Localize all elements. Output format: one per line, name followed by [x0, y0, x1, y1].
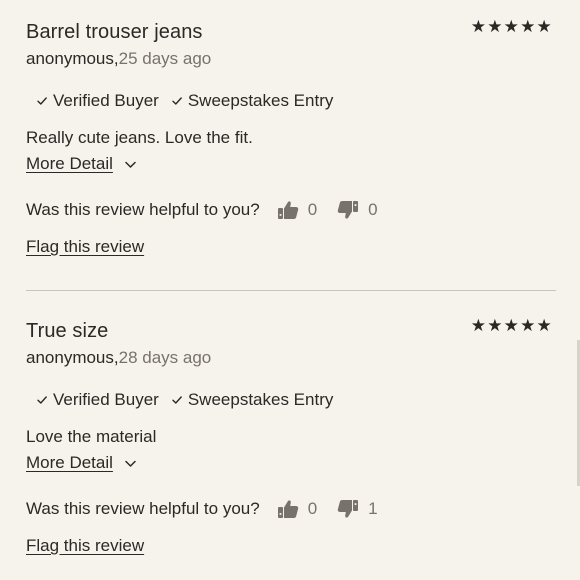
thumbs-up-icon[interactable] [277, 498, 299, 520]
helpful-yes-button[interactable]: 0 [277, 498, 317, 520]
sweepstakes-entry-badge: Sweepstakes Entry [171, 91, 334, 111]
review-date: 25 days ago [118, 49, 212, 68]
helpful-question: Was this review helpful to you? [26, 499, 260, 518]
helpful-yes-count: 0 [307, 200, 318, 219]
check-icon [172, 396, 182, 404]
review-date: 28 days ago [118, 348, 212, 367]
helpful-row: Was this review helpful to you? 0 1 [26, 498, 398, 520]
helpful-no-count: 1 [368, 499, 378, 518]
more-detail-label[interactable]: More Detail [26, 453, 113, 473]
helpful-yes-count: 0 [307, 499, 318, 518]
sweepstakes-entry-badge: Sweepstakes Entry [171, 390, 334, 410]
review-divider [26, 290, 556, 291]
thumbs-up-icon[interactable] [277, 199, 299, 221]
chevron-down-icon[interactable] [124, 457, 137, 470]
review-badges: Verified Buyer Sweepstakes Entry [36, 390, 345, 410]
helpful-no-button[interactable]: 0 [337, 199, 378, 221]
flag-review-link[interactable]: Flag this review [26, 536, 144, 556]
review-text: Love the material [26, 427, 157, 446]
more-detail-toggle[interactable]: More Detail [26, 453, 137, 473]
helpful-no-button[interactable]: 1 [337, 498, 378, 520]
verified-buyer-badge: Verified Buyer [36, 390, 159, 410]
badge-label: Sweepstakes Entry [187, 390, 334, 409]
review-title: Barrel trouser jeans [26, 21, 203, 43]
star-rating: ★★★★★ [470, 17, 553, 36]
thumbs-down-icon[interactable] [337, 199, 359, 221]
more-detail-toggle[interactable]: More Detail [26, 154, 137, 174]
review-meta: anonymous,28 days ago [26, 348, 211, 368]
verified-buyer-badge: Verified Buyer [36, 91, 159, 111]
badge-label: Verified Buyer [53, 91, 159, 110]
review-author: anonymous, [26, 348, 119, 367]
star-rating: ★★★★★ [470, 316, 553, 335]
flag-review-link[interactable]: Flag this review [26, 237, 144, 257]
check-icon [172, 97, 182, 105]
check-icon [37, 396, 47, 404]
helpful-question: Was this review helpful to you? [26, 200, 260, 219]
review-text: Really cute jeans. Love the fit. [26, 128, 253, 147]
review-author: anonymous, [26, 49, 119, 68]
chevron-down-icon[interactable] [124, 158, 137, 171]
more-detail-label[interactable]: More Detail [26, 154, 113, 174]
review-title: True size [26, 320, 109, 342]
review-badges: Verified Buyer Sweepstakes Entry [36, 91, 345, 111]
review-meta: anonymous,25 days ago [26, 49, 211, 69]
badge-label: Sweepstakes Entry [187, 91, 334, 110]
helpful-row: Was this review helpful to you? 0 0 [26, 199, 398, 221]
thumbs-down-icon[interactable] [337, 498, 359, 520]
check-icon [37, 97, 47, 105]
helpful-no-count: 0 [368, 200, 378, 219]
helpful-yes-button[interactable]: 0 [277, 199, 317, 221]
badge-label: Verified Buyer [53, 390, 159, 409]
